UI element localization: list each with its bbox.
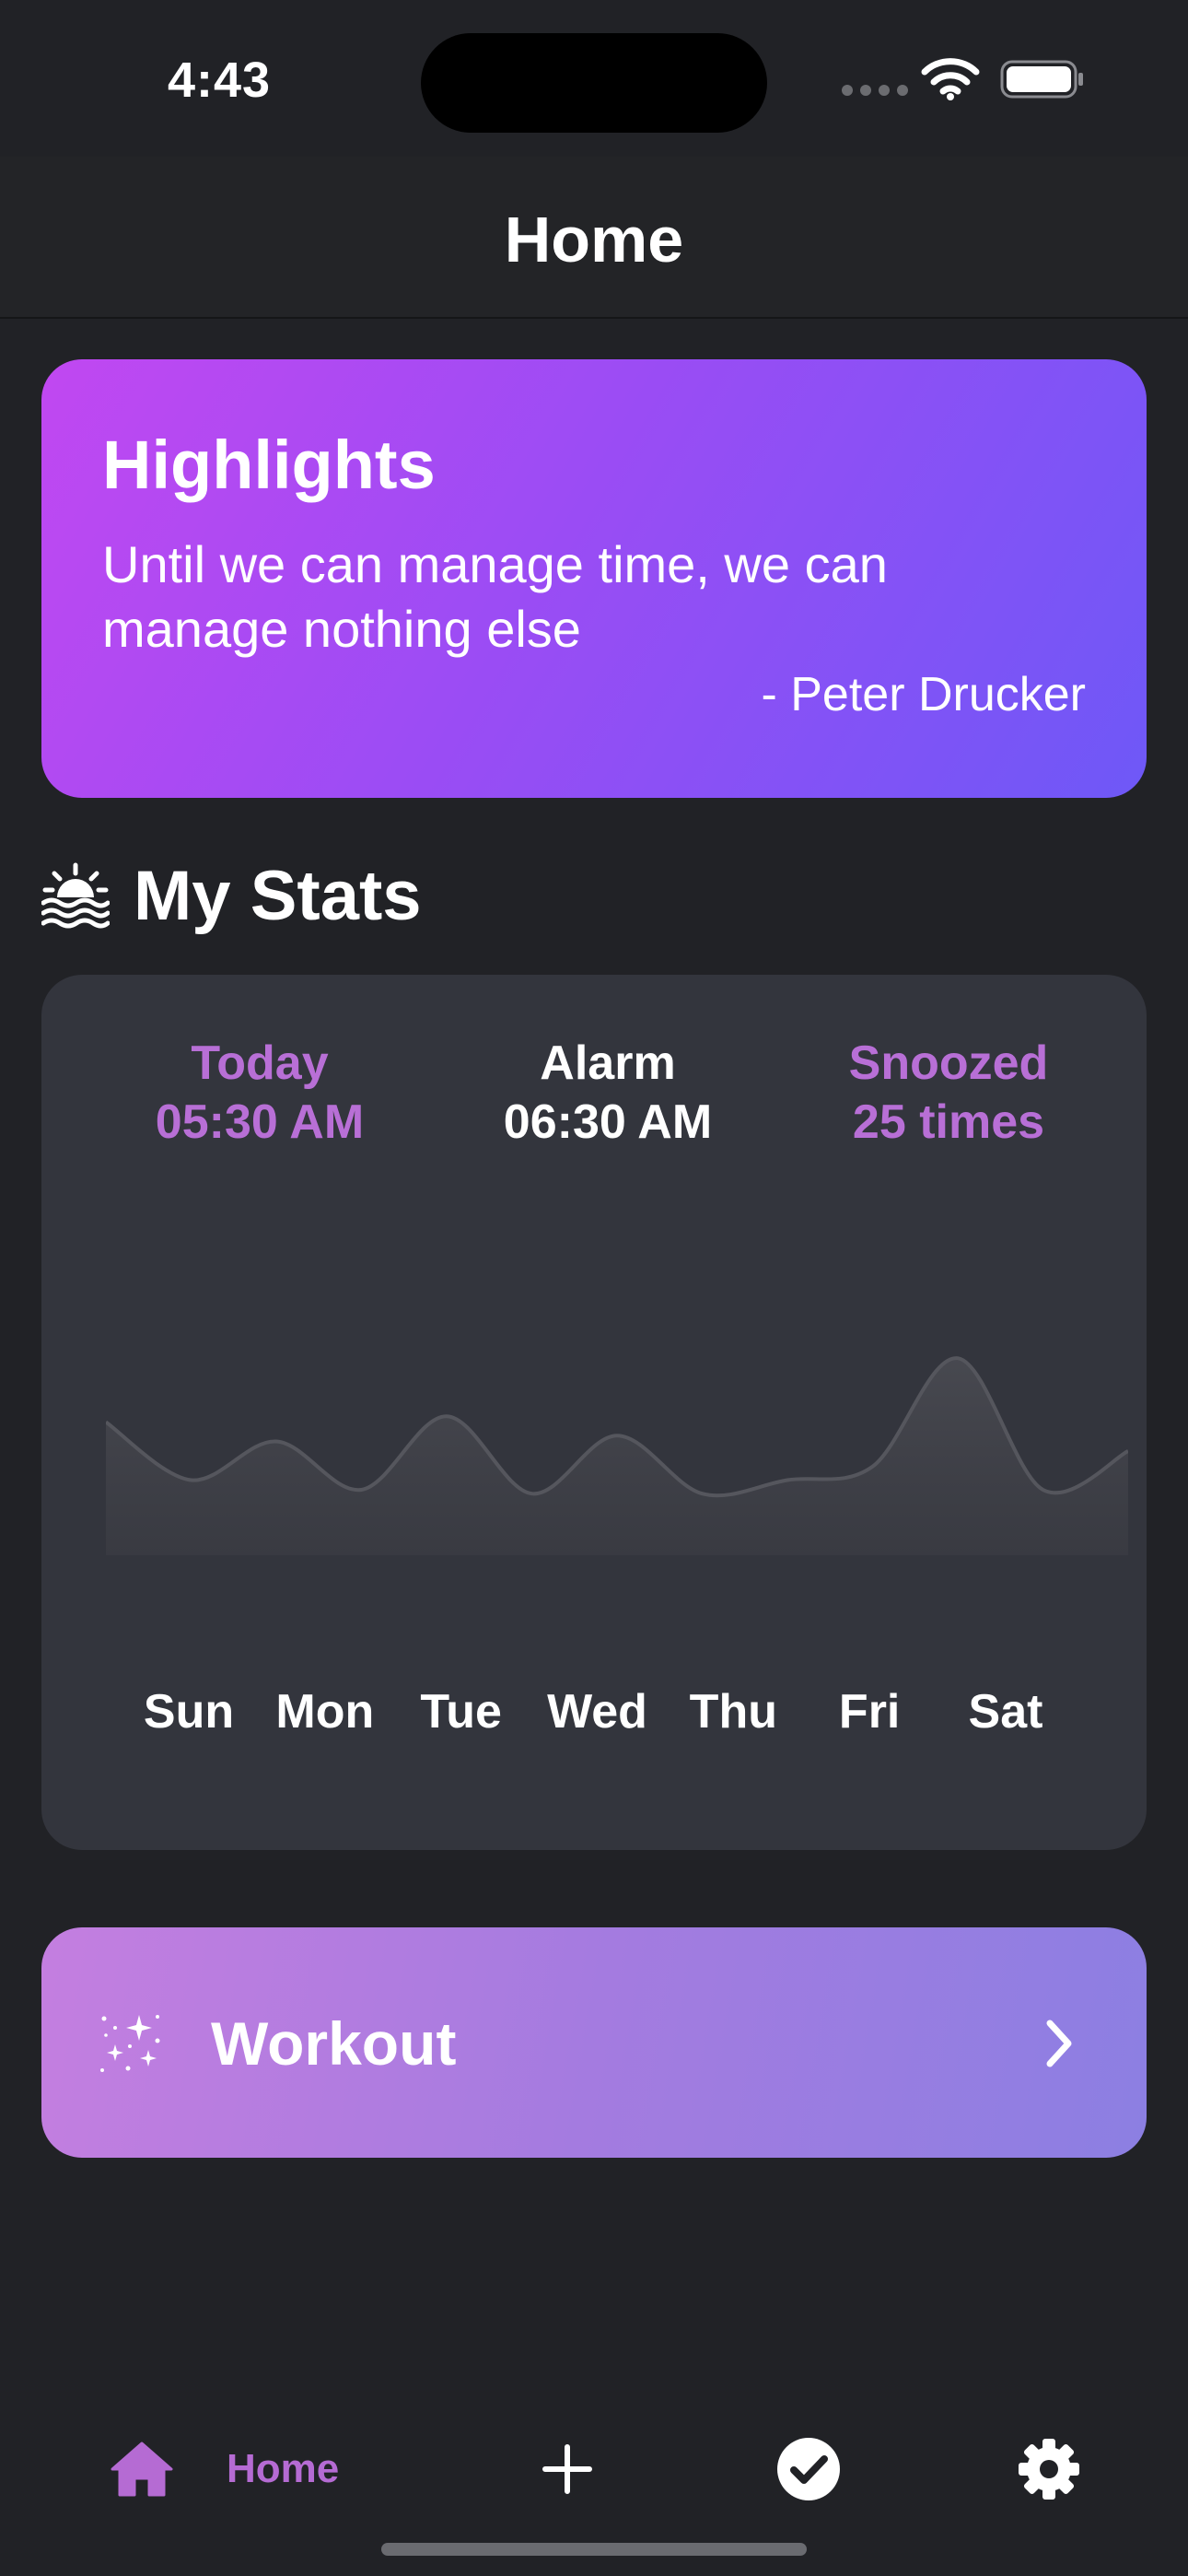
gear-icon	[1019, 2439, 1079, 2500]
dynamic-island	[421, 33, 767, 133]
day-label-wed: Wed	[547, 1685, 647, 1739]
tab-completed[interactable]	[775, 2423, 842, 2515]
workout-label: Workout	[211, 2009, 457, 2078]
day-label-thu: Thu	[689, 1685, 777, 1739]
stat-today: Today 05:30 AM	[89, 1034, 430, 1152]
wifi-icon	[921, 58, 980, 100]
navigation-header: Home	[0, 157, 1188, 317]
battery-icon	[1000, 60, 1083, 99]
highlights-card: Highlights Until we can manage time, we …	[41, 359, 1147, 798]
day-label-fri: Fri	[838, 1685, 901, 1739]
stats-header: My Stats	[41, 849, 422, 942]
stat-today-label: Today	[191, 1036, 329, 1090]
stats-card: Today 05:30 AM Alarm 06:30 AM Snoozed 25…	[41, 975, 1147, 1850]
sparkles-icon	[100, 2015, 160, 2072]
home-indicator	[381, 2543, 807, 2556]
stat-alarm-value: 06:30 AM	[503, 1095, 713, 1149]
plus-icon	[542, 2444, 592, 2494]
day-label-tue: Tue	[420, 1685, 502, 1739]
chevron-right-icon	[1046, 2020, 1072, 2067]
tab-home[interactable]: Home	[109, 2423, 339, 2515]
day-label-sun: Sun	[143, 1685, 235, 1739]
tab-home-label: Home	[227, 2446, 340, 2491]
stat-snoozed-value: 25 times	[852, 1095, 1045, 1149]
stat-alarm: Alarm 06:30 AM	[437, 1034, 778, 1152]
status-time: 4:43	[168, 53, 272, 108]
stat-today-value: 05:30 AM	[155, 1095, 365, 1149]
stats-title: My Stats	[134, 856, 422, 935]
page-title: Home	[504, 204, 684, 275]
highlights-quote: Until we can manage time, we can manage …	[102, 535, 888, 658]
checkmark-circle-icon	[777, 2438, 840, 2500]
status-bar: 4:43	[0, 0, 1188, 157]
home-icon	[111, 2441, 173, 2497]
day-label-sat: Sat	[968, 1685, 1043, 1739]
stat-alarm-label: Alarm	[540, 1036, 676, 1090]
tab-add[interactable]	[538, 2423, 597, 2515]
stat-snoozed: Snoozed 25 times	[778, 1034, 1119, 1152]
highlights-title: Highlights	[102, 427, 436, 503]
highlights-author: - Peter Drucker	[761, 668, 1086, 721]
chart-area	[106, 1358, 1128, 1555]
day-label-mon: Mon	[275, 1685, 375, 1739]
tab-settings[interactable]	[1017, 2423, 1081, 2515]
workout-button[interactable]: Workout	[41, 1927, 1147, 2158]
stat-snoozed-label: Snoozed	[848, 1036, 1049, 1090]
sunset-icon	[41, 862, 110, 929]
cellular-signal-icon	[842, 85, 908, 96]
sleep-chart	[106, 1356, 1128, 1555]
